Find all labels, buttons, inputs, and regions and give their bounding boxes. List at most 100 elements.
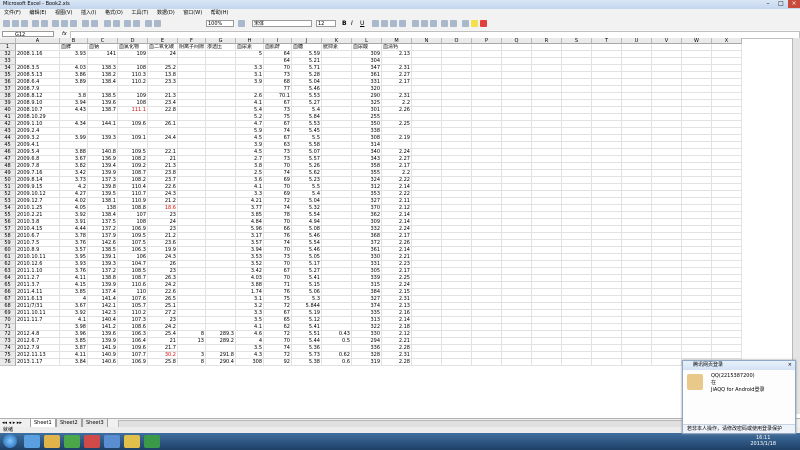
table-cell[interactable] (206, 58, 236, 65)
table-cell[interactable]: 2.17 (382, 268, 412, 275)
table-cell[interactable] (442, 79, 472, 86)
row-header[interactable]: 72 (0, 331, 16, 338)
table-cell[interactable] (622, 100, 652, 107)
table-cell[interactable]: 2008.9.10 (16, 100, 60, 107)
table-cell[interactable] (712, 345, 742, 352)
table-cell[interactable] (682, 261, 712, 268)
table-cell[interactable] (206, 79, 236, 86)
table-cell[interactable] (712, 163, 742, 170)
table-cell[interactable]: 309 (352, 219, 382, 226)
table-cell[interactable]: 21.2 (148, 233, 178, 240)
table-cell[interactable]: 92 (264, 359, 292, 366)
table-cell[interactable]: 5.38 (292, 359, 322, 366)
table-cell[interactable]: 2.12 (382, 205, 412, 212)
table-cell[interactable] (206, 170, 236, 177)
table-cell[interactable]: 305 (352, 268, 382, 275)
table-cell[interactable] (502, 268, 532, 275)
table-cell[interactable] (412, 177, 442, 184)
table-cell[interactable] (652, 212, 682, 219)
table-cell[interactable] (502, 156, 532, 163)
table-cell[interactable] (472, 72, 502, 79)
table-cell[interactable] (652, 191, 682, 198)
table-cell[interactable]: 3.85 (60, 289, 88, 296)
table-cell[interactable] (442, 268, 472, 275)
table-cell[interactable]: 2.25 (382, 275, 412, 282)
table-cell[interactable] (206, 128, 236, 135)
table-cell[interactable] (532, 282, 562, 289)
table-cell[interactable] (592, 331, 622, 338)
table-cell[interactable] (532, 324, 562, 331)
table-cell[interactable]: 361 (352, 72, 382, 79)
table-cell[interactable]: 2008.5.13 (16, 72, 60, 79)
table-cell[interactable] (712, 317, 742, 324)
table-cell[interactable] (502, 324, 532, 331)
table-cell[interactable]: 2.24 (382, 149, 412, 156)
table-cell[interactable]: 138.7 (88, 107, 118, 114)
hyperlink-icon[interactable] (104, 20, 111, 27)
table-cell[interactable]: 106.9 (118, 359, 148, 366)
help-icon[interactable] (238, 20, 245, 27)
table-cell[interactable] (472, 65, 502, 72)
table-cell[interactable]: 330 (352, 331, 382, 338)
table-cell[interactable] (592, 128, 622, 135)
table-cell[interactable]: 255 (352, 114, 382, 121)
table-cell[interactable] (412, 282, 442, 289)
table-cell[interactable] (322, 177, 352, 184)
table-cell[interactable] (472, 79, 502, 86)
table-cell[interactable]: 138.4 (88, 79, 118, 86)
table-cell[interactable] (682, 100, 712, 107)
header-cell[interactable]: 血尿素 (236, 44, 264, 51)
table-cell[interactable] (472, 261, 502, 268)
table-cell[interactable]: 5.4 (292, 191, 322, 198)
table-cell[interactable]: 331 (352, 261, 382, 268)
row-header[interactable]: 34 (0, 65, 16, 72)
table-cell[interactable]: 139.3 (88, 135, 118, 142)
table-cell[interactable] (592, 303, 622, 310)
table-cell[interactable]: 4 (236, 338, 264, 345)
table-cell[interactable]: 340 (352, 149, 382, 156)
table-cell[interactable] (322, 135, 352, 142)
table-cell[interactable] (472, 317, 502, 324)
table-cell[interactable] (652, 170, 682, 177)
table-cell[interactable]: 328 (352, 352, 382, 359)
table-cell[interactable]: 110.4 (118, 184, 148, 191)
table-cell[interactable] (682, 142, 712, 149)
header-cell[interactable] (712, 44, 742, 51)
table-cell[interactable]: 2.24 (382, 282, 412, 289)
table-cell[interactable] (442, 212, 472, 219)
table-cell[interactable]: 5.41 (292, 324, 322, 331)
row-header[interactable]: 61 (0, 254, 16, 261)
table-cell[interactable] (562, 303, 592, 310)
table-cell[interactable]: 372 (352, 240, 382, 247)
row-header[interactable]: 43 (0, 128, 16, 135)
table-cell[interactable] (472, 212, 502, 219)
table-cell[interactable] (532, 51, 562, 58)
table-cell[interactable] (502, 240, 532, 247)
table-cell[interactable]: 2009.4.1 (16, 142, 60, 149)
table-cell[interactable] (622, 107, 652, 114)
table-cell[interactable] (712, 128, 742, 135)
vertical-scrollbar[interactable] (792, 38, 800, 414)
table-cell[interactable]: 70 (264, 184, 292, 191)
table-cell[interactable] (682, 233, 712, 240)
table-cell[interactable]: 138.3 (88, 65, 118, 72)
table-cell[interactable]: 3.67 (60, 303, 88, 310)
table-cell[interactable] (652, 100, 682, 107)
table-cell[interactable] (206, 107, 236, 114)
table-cell[interactable]: 107.7 (118, 352, 148, 359)
table-cell[interactable]: 109.1 (118, 135, 148, 142)
table-cell[interactable] (502, 345, 532, 352)
table-cell[interactable] (442, 128, 472, 135)
qq-icon[interactable] (104, 435, 120, 448)
table-cell[interactable]: 3.93 (60, 261, 88, 268)
table-cell[interactable] (178, 58, 206, 65)
table-cell[interactable] (322, 72, 352, 79)
table-cell[interactable] (60, 114, 88, 121)
table-cell[interactable] (412, 359, 442, 366)
table-cell[interactable] (60, 128, 88, 135)
table-cell[interactable] (178, 289, 206, 296)
table-cell[interactable]: 2.14 (382, 184, 412, 191)
table-cell[interactable] (322, 163, 352, 170)
table-cell[interactable] (442, 86, 472, 93)
table-cell[interactable] (322, 142, 352, 149)
